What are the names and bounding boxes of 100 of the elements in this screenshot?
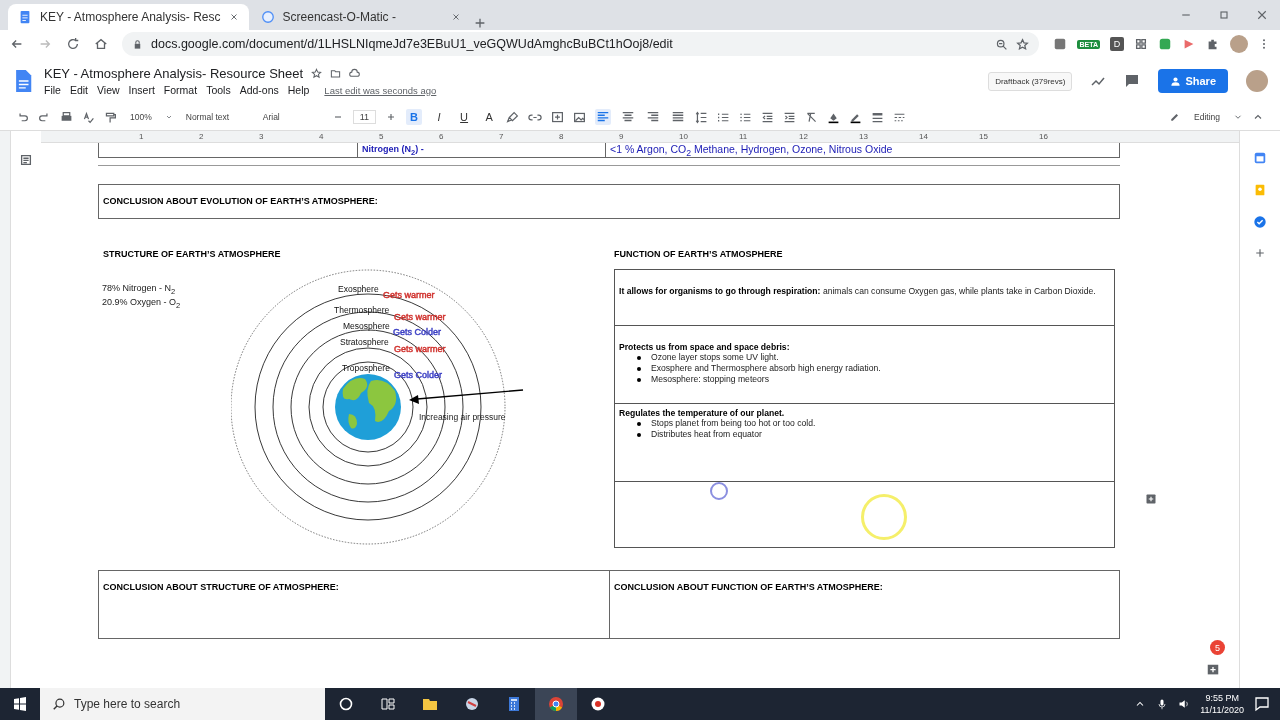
calculator-icon[interactable] bbox=[506, 696, 522, 712]
comment-icon[interactable] bbox=[1124, 73, 1141, 89]
bullet-icon bbox=[637, 366, 641, 371]
calendar-icon[interactable] bbox=[1253, 151, 1267, 165]
draftback-button[interactable]: Draftback (379revs) bbox=[988, 71, 1073, 91]
spellcheck-icon[interactable] bbox=[82, 110, 95, 124]
windows-icon[interactable] bbox=[12, 696, 28, 712]
format-button[interactable]: I bbox=[431, 109, 448, 125]
format-button[interactable]: A bbox=[481, 109, 498, 125]
close-icon[interactable] bbox=[1256, 9, 1268, 21]
chrome-icon[interactable] bbox=[548, 696, 564, 712]
circle-icon bbox=[260, 10, 275, 24]
fill-color-icon[interactable] bbox=[827, 110, 841, 124]
bullet-icon bbox=[637, 355, 641, 360]
menu-item[interactable]: Add-ons bbox=[239, 84, 279, 96]
editing-mode-dropdown[interactable]: Editing bbox=[1190, 110, 1224, 124]
cursor-highlight bbox=[861, 494, 907, 540]
caret-icon[interactable] bbox=[164, 113, 173, 121]
close-icon[interactable] bbox=[228, 12, 239, 22]
taskbar-search-field[interactable]: Type here to search bbox=[40, 688, 325, 720]
menu-item[interactable]: Format bbox=[163, 84, 198, 96]
document-icon bbox=[18, 10, 32, 24]
ruler[interactable]: 1 2 3 4 5 6 7 8 9 10 11 12 13 14 15 16 bbox=[41, 131, 1239, 143]
plus-icon[interactable] bbox=[1254, 247, 1266, 259]
clear-format-icon[interactable] bbox=[805, 110, 819, 124]
font-dropdown[interactable]: Arial bbox=[258, 110, 323, 124]
close-icon[interactable] bbox=[450, 12, 461, 22]
app-icon[interactable] bbox=[464, 696, 480, 712]
folder-icon[interactable] bbox=[330, 68, 342, 79]
border-width-icon[interactable] bbox=[871, 110, 885, 124]
bullet-item: Exosphere and Thermosphere absorb high energy radiation. bbox=[651, 363, 881, 374]
notifications-icon[interactable] bbox=[1254, 696, 1270, 712]
browser-tab[interactable]: KEY - Atmosphere Analysis- Resc bbox=[8, 4, 249, 30]
add-comment-icon[interactable] bbox=[551, 110, 565, 124]
highlighter-icon[interactable] bbox=[506, 110, 520, 124]
record-icon[interactable] bbox=[590, 696, 606, 712]
extension-icon[interactable] bbox=[1053, 37, 1068, 51]
style-dropdown[interactable]: Normal text bbox=[181, 110, 250, 124]
outline-icon[interactable] bbox=[19, 153, 33, 167]
pencil-icon bbox=[1169, 111, 1181, 123]
back-icon[interactable] bbox=[10, 37, 24, 51]
speaker-icon[interactable] bbox=[1178, 698, 1191, 710]
redo-icon[interactable] bbox=[38, 110, 51, 124]
menu-item[interactable]: Tools bbox=[206, 84, 231, 96]
address-bar[interactable]: docs.google.com/document/d/1LHSLNIqmeJd7e3EBuU1_veGQWUdAmghcBuBCt1hOoj8/edit bbox=[122, 32, 1040, 56]
undo-icon[interactable] bbox=[16, 110, 29, 124]
maximize-icon[interactable] bbox=[1218, 9, 1230, 21]
cortana-icon[interactable] bbox=[338, 696, 354, 712]
menu-item[interactable]: Insert bbox=[128, 84, 155, 96]
align-button[interactable] bbox=[595, 109, 612, 125]
cloud-icon[interactable] bbox=[349, 68, 361, 79]
tasks-icon[interactable] bbox=[1253, 215, 1267, 229]
function-text: Protects us from space and space debris: bbox=[619, 342, 791, 352]
microphone-icon[interactable] bbox=[1156, 698, 1169, 710]
menu-item[interactable]: Edit bbox=[69, 84, 88, 96]
extension-badge[interactable]: D bbox=[1110, 37, 1124, 51]
folder-icon[interactable] bbox=[422, 696, 438, 712]
home-icon[interactable] bbox=[94, 37, 108, 51]
temperature-note: Gets warmer bbox=[394, 344, 446, 354]
zoom-icon[interactable] bbox=[995, 37, 1009, 51]
paint-format-icon[interactable] bbox=[104, 110, 117, 124]
bullet-item: Ozone layer stops some UV light. bbox=[651, 352, 779, 363]
composition-text: 20.9% Oxygen - O$_{2}$ bbox=[102, 296, 181, 311]
clock-date[interactable]: 11/11/2020 bbox=[1200, 704, 1244, 716]
task-view-icon[interactable] bbox=[380, 696, 396, 712]
menu-item[interactable]: File bbox=[44, 84, 61, 96]
document-title[interactable]: KEY - Atmosphere Analysis- Resource Sheet bbox=[44, 66, 304, 81]
share-button[interactable]: Share bbox=[1158, 69, 1228, 93]
section-heading: STRUCTURE OF EARTH’S ATMOSPHERE bbox=[103, 249, 282, 259]
temperature-note: Gets warmer bbox=[394, 312, 446, 322]
decrease-indent-icon[interactable] bbox=[761, 110, 775, 124]
line-spacing-icon[interactable] bbox=[695, 110, 709, 124]
format-button[interactable]: U bbox=[456, 109, 473, 125]
format-button[interactable]: B bbox=[406, 109, 423, 125]
section-heading: FUNCTION OF EARTH’S ATMOSPHERE bbox=[614, 249, 784, 259]
font-size-field[interactable]: 11 bbox=[352, 110, 377, 124]
numbered-list-icon[interactable] bbox=[717, 110, 731, 124]
reload-icon[interactable] bbox=[66, 37, 80, 51]
star-icon[interactable] bbox=[1016, 37, 1030, 51]
last-edit-link[interactable]: Last edit was seconds ago bbox=[324, 84, 437, 96]
add-comment-icon[interactable] bbox=[1145, 493, 1157, 505]
increase-indent-icon[interactable] bbox=[783, 110, 797, 124]
star-icon[interactable] bbox=[311, 68, 323, 79]
menu-item[interactable]: View bbox=[97, 84, 120, 96]
bullet-item: Mesosphere: stopping meteors bbox=[651, 374, 769, 385]
menu-item[interactable]: Help bbox=[287, 84, 310, 96]
browser-tab[interactable]: Screencast-O-Matic - bbox=[250, 4, 471, 30]
puzzle-icon[interactable] bbox=[1206, 37, 1220, 51]
extension-icon[interactable] bbox=[1158, 37, 1172, 51]
bullet-icon bbox=[637, 432, 641, 437]
print-icon[interactable] bbox=[60, 110, 73, 124]
grid-icon[interactable] bbox=[1134, 37, 1148, 51]
conclusion-heading: CONCLUSION ABOUT STRUCTURE OF ATMOSPHERE: bbox=[103, 582, 339, 592]
layer-label: Stratosphere bbox=[340, 337, 389, 347]
zoom-dropdown[interactable]: 100% bbox=[126, 110, 156, 124]
lock-icon bbox=[132, 38, 143, 50]
image-icon[interactable] bbox=[573, 110, 587, 124]
add-comment-icon[interactable] bbox=[1206, 663, 1220, 677]
clock-time[interactable]: 9:55 PM bbox=[1205, 692, 1239, 704]
layer-label: Troposphere bbox=[342, 363, 390, 373]
